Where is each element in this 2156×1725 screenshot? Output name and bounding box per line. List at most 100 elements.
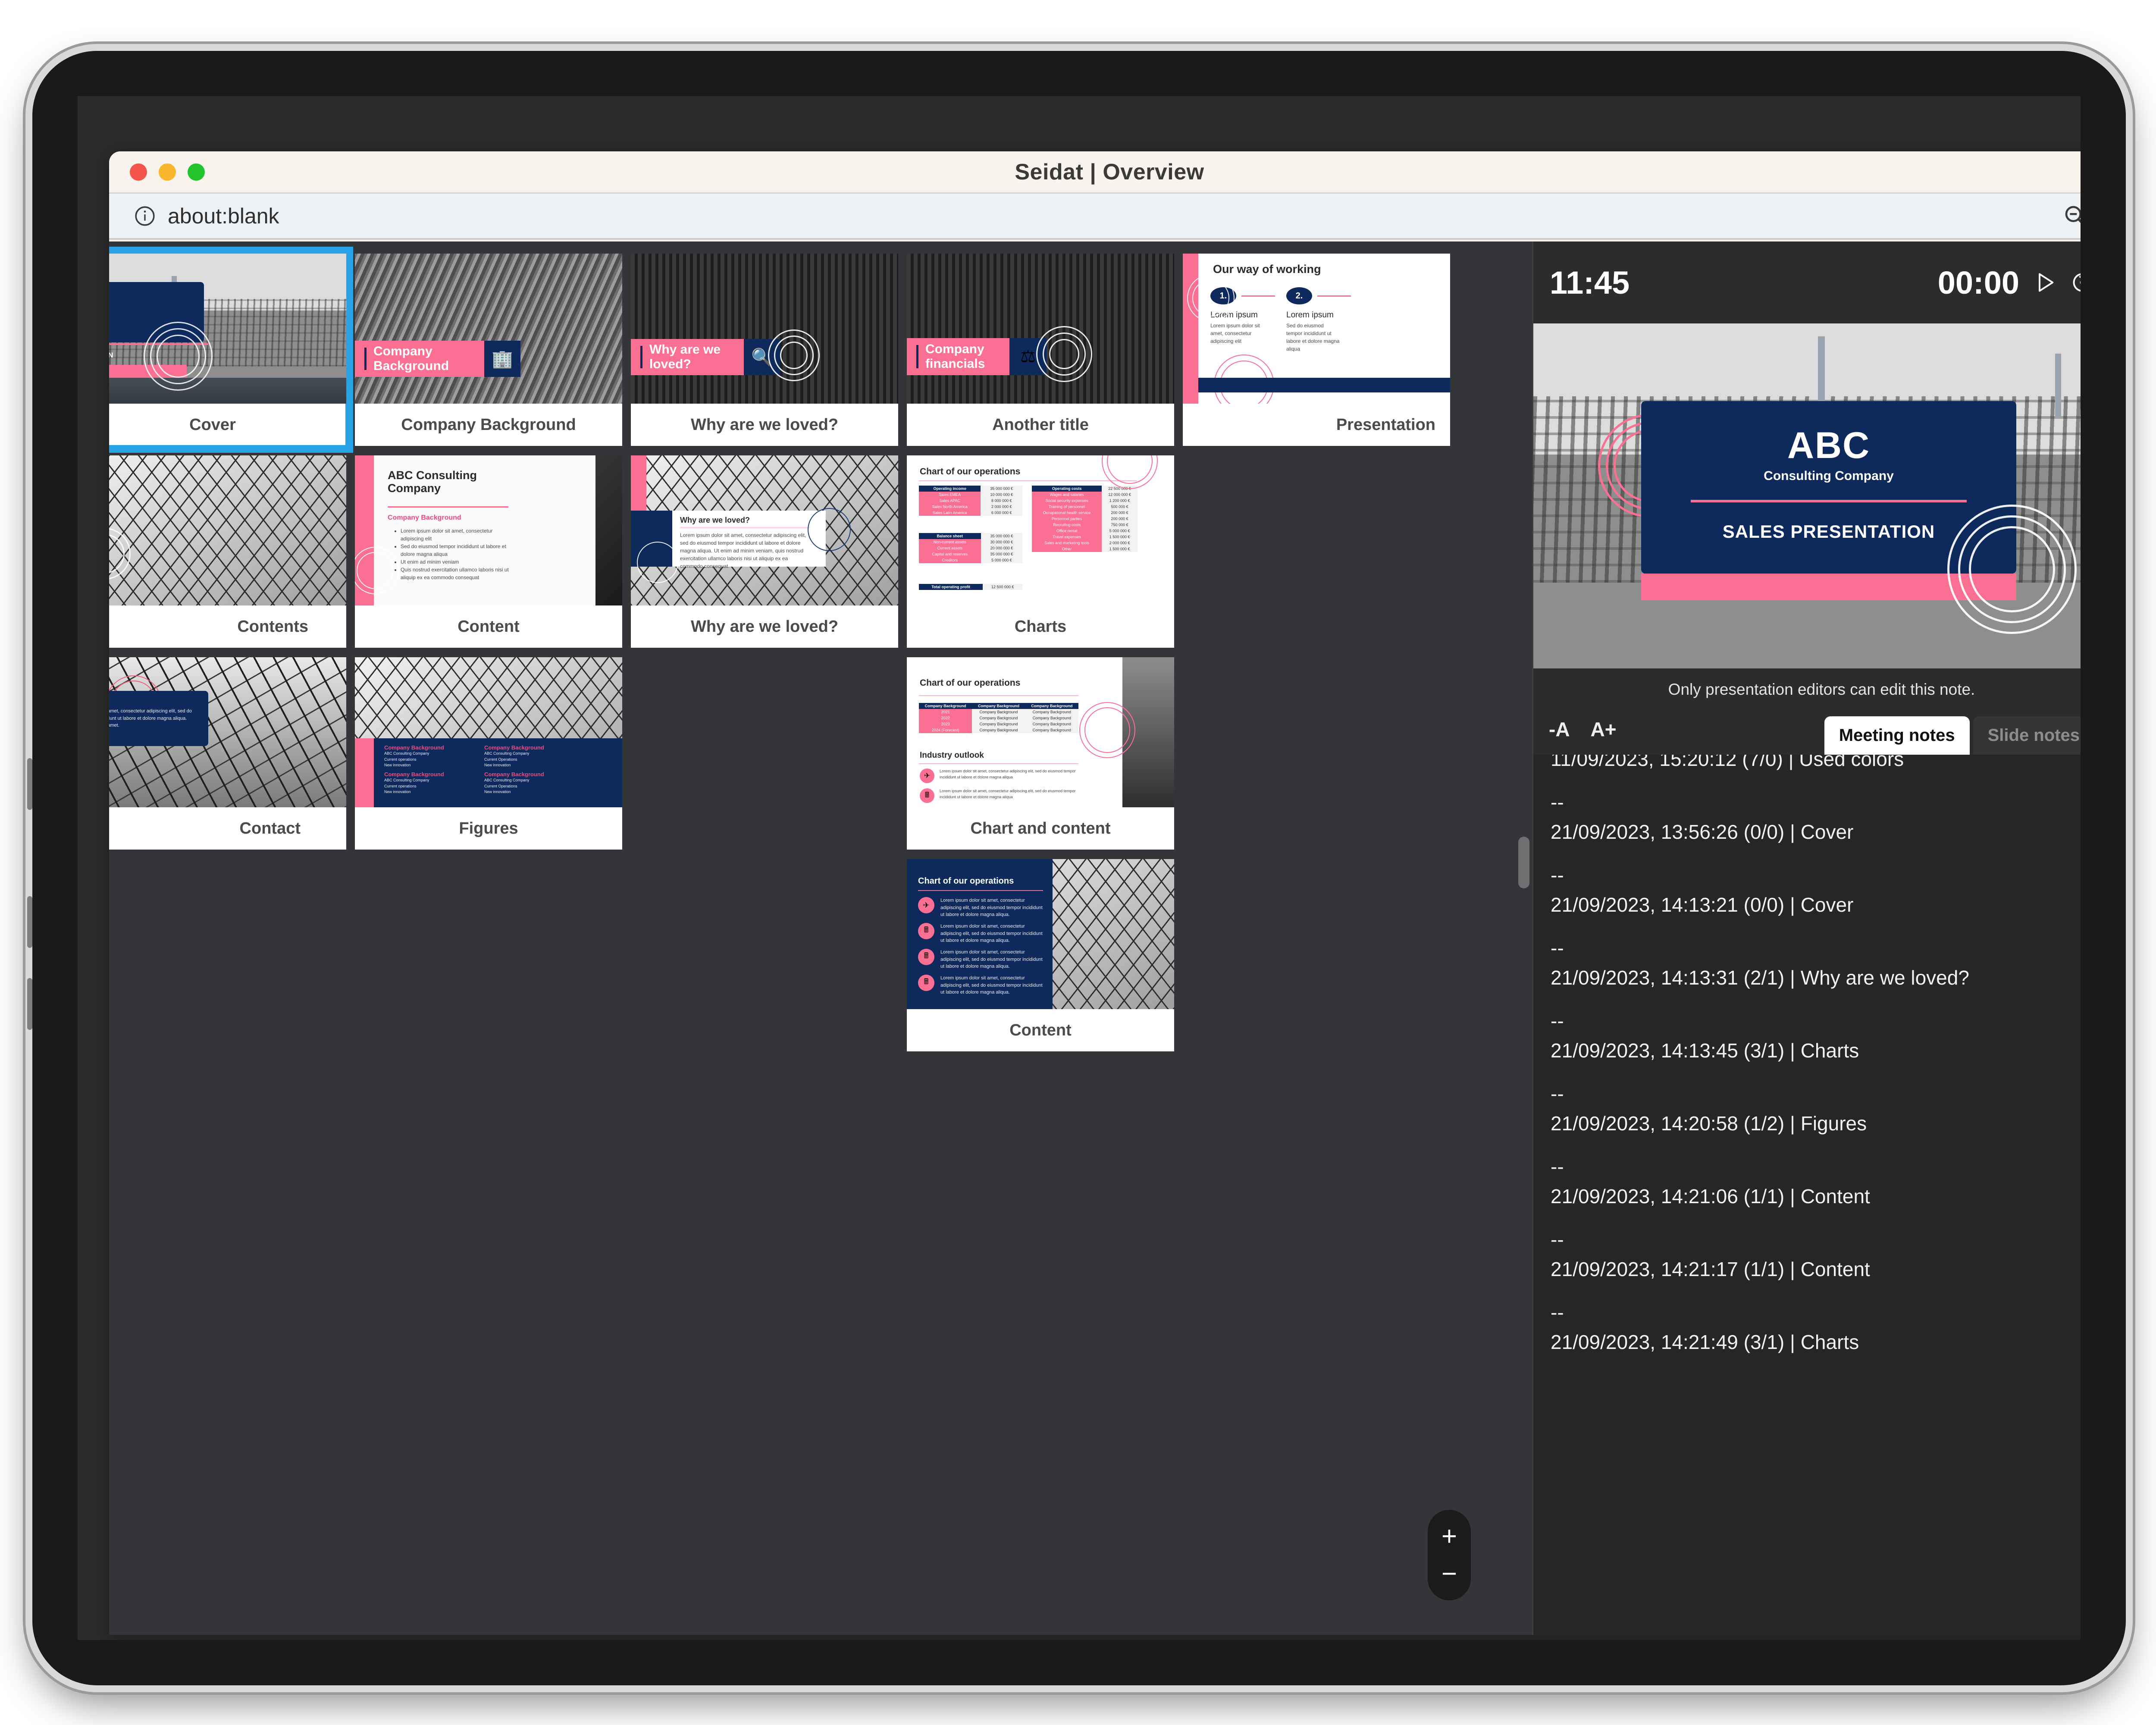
play-icon[interactable] xyxy=(2034,271,2056,294)
total-profit-table: Total operating profit 12 500 000 € xyxy=(919,584,1022,590)
slide-card-content-icons[interactable]: Chart of our operations ✈ Lorem ipsum do… xyxy=(907,859,1174,1051)
slide-thumbnail: Company financials ⚖ xyxy=(907,254,1174,404)
slide-grid-gap xyxy=(355,859,622,1051)
airplane-icon: ✈ xyxy=(920,768,934,783)
slide-grid-area[interactable]: BC Company SENTATION xyxy=(109,242,1532,1635)
increase-font-button[interactable]: A+ xyxy=(1591,718,1617,755)
operations-income-table: Operating income 35 000 000 € Sales EMEA 1… xyxy=(919,486,1022,516)
figure-group-title: Company Background xyxy=(384,744,444,751)
slide-card-why-loved-detail[interactable]: Why are we loved? Lorem ipsum dolor sit … xyxy=(631,455,898,648)
note-entry: -- 21/09/2023, 14:13:45 (3/1) | Charts xyxy=(1551,1009,2081,1063)
notes-toolbar: -A A+ Meeting notes Slide notes xyxy=(1533,703,2081,755)
slide-body: Lorem ipsum dolor sit amet, consectetur … xyxy=(109,709,192,728)
slide-caption: Company Background xyxy=(355,404,622,446)
slide-thumbnail: Chart of our operations ✈ Lorem ipsum do… xyxy=(907,859,1174,1009)
bullet-item: Ut enim ad minim veniam xyxy=(401,558,513,566)
slide-thumbnail: Lorem ipsum dolor sit amet, consectetur … xyxy=(109,657,346,807)
slide-card-presentation[interactable]: Our way of working 1. 2. Lorem ipsum Lor… xyxy=(1183,254,1450,446)
reset-timer-icon[interactable] xyxy=(2071,271,2081,294)
grid-scrollbar[interactable] xyxy=(1518,837,1529,888)
zoom-out-icon[interactable] xyxy=(2063,204,2081,228)
note-text: 21/09/2023, 14:13:21 (0/0) | Cover xyxy=(1551,894,1854,916)
chart-content-table: Company Background Company Background Co… xyxy=(919,703,1078,733)
note-dash: -- xyxy=(1551,790,1564,813)
slide-card-cover[interactable]: BC Company SENTATION xyxy=(109,247,353,453)
slide-card-content-abc[interactable]: ABC Consulting Company Company Backgroun… xyxy=(355,455,622,648)
figure-item: ABC Consulting Company xyxy=(484,778,530,782)
note-dash: -- xyxy=(1551,1228,1564,1251)
slide-card-another-title[interactable]: Company financials ⚖ Another title xyxy=(907,254,1174,446)
figure-item: New innovation xyxy=(384,763,411,767)
table-row: 2024 (Forecast) Company Background Compa… xyxy=(919,727,1078,733)
slide-thumbnail: Chart of our operations Operating income… xyxy=(907,455,1174,605)
note-entry: -- 21/09/2023, 14:13:31 (2/1) | Why are … xyxy=(1551,936,2081,991)
airplane-icon: ✈ xyxy=(918,897,934,913)
current-slide-preview[interactable]: ABC Consulting Company SALES PRESENTATIO… xyxy=(1533,323,2081,668)
bullet-item: Sed do eiusmod tempor incididunt ut labo… xyxy=(401,543,513,558)
figure-item: Current Operations xyxy=(484,757,517,762)
note-dash: -- xyxy=(1551,936,1564,959)
decrease-font-button[interactable]: -A xyxy=(1549,718,1570,755)
note-entry: -- 21/09/2023, 14:13:21 (0/0) | Cover xyxy=(1551,863,2081,918)
slide-card-company-background[interactable]: Company Background 🏢 Company Background xyxy=(355,254,622,446)
zoom-out-button[interactable]: − xyxy=(1442,1560,1457,1587)
slide-card-chart-and-content[interactable]: Chart of our operations Company Backgrou… xyxy=(907,657,1174,850)
slide-card-figures[interactable]: Company Background ABC Consulting Compan… xyxy=(355,657,622,850)
note-entry: -- 21/09/2023, 14:21:49 (3/1) | Charts xyxy=(1551,1300,2081,1355)
slide-tag-text: Company financials xyxy=(925,342,985,371)
step-title: Lorem ipsum xyxy=(1286,310,1334,320)
wall-clock: 11:45 xyxy=(1550,264,1630,301)
slide-grid-gap xyxy=(1183,657,1450,850)
timer-controls[interactable]: 00:00 xyxy=(1938,264,2081,301)
slide-thumbnail: Why are we loved? Lorem ipsum dolor sit … xyxy=(631,455,898,605)
preview-company: ABC xyxy=(1787,425,1871,466)
table-header: Company Background xyxy=(919,703,972,709)
slide-card-charts[interactable]: Chart of our operations Operating income… xyxy=(907,455,1174,648)
table-row: 2023 Company Background Company Backgrou… xyxy=(919,721,1078,727)
slide-card-contents[interactable]: Contents xyxy=(109,455,346,648)
slide-subheading: Industry outlook xyxy=(920,751,984,760)
zoom-controls[interactable]: + − xyxy=(1428,1510,1471,1600)
bezel-button-bottom xyxy=(27,978,32,1030)
slide-heading: Chart of our operations xyxy=(920,678,1021,688)
calculator-icon: 🖩 xyxy=(918,975,934,991)
slide-heading: ABC Consulting Company xyxy=(388,469,477,495)
note-dash: -- xyxy=(1551,1301,1564,1324)
slide-card-contact[interactable]: Lorem ipsum dolor sit amet, consectetur … xyxy=(109,657,346,850)
slide-thumbnail xyxy=(109,455,346,605)
calculator-icon: 🖩 xyxy=(918,923,934,939)
presenter-toolbar: 11:45 00:00 xyxy=(1533,242,2081,323)
note-entry: 11/09/2023, 15:20:12 (7/0) | Used colors xyxy=(1551,755,2081,772)
note-text: 21/09/2023, 14:21:17 (1/1) | Content xyxy=(1551,1258,1870,1280)
info-icon xyxy=(135,206,155,226)
notes-tabs: Meeting notes Slide notes xyxy=(1824,716,2081,755)
bullet-item: Quis nostrud exercitation ullamco labori… xyxy=(401,566,513,581)
tab-slide-notes[interactable]: Slide notes xyxy=(1973,716,2081,755)
figure-group-title: Company Background xyxy=(384,771,444,778)
presentation-timer: 00:00 xyxy=(1937,264,2019,301)
tab-meeting-notes[interactable]: Meeting notes xyxy=(1824,716,1970,755)
preview-subtitle: Consulting Company xyxy=(1764,469,1894,483)
slide-card-why-are-we-loved[interactable]: Why are we loved? 🔍 Why are we loved? xyxy=(631,254,898,446)
figure-item: New innovation xyxy=(484,763,511,767)
note-text: 11/09/2023, 15:20:12 (7/0) | Used colors xyxy=(1551,755,1904,770)
presenter-panel: 11:45 00:00 ABC Consulting Company SALES… xyxy=(1532,242,2081,1635)
zoom-in-button[interactable]: + xyxy=(1442,1523,1457,1550)
note-dash: -- xyxy=(1551,863,1564,886)
decorative-rings xyxy=(1969,526,2055,612)
note-text: 21/09/2023, 13:56:26 (0/0) | Cover xyxy=(1551,821,1854,843)
meeting-notes-list[interactable]: 11/09/2023, 15:20:12 (7/0) | Used colors… xyxy=(1533,755,2081,1635)
slide-thumbnail: ABC Consulting Company Company Backgroun… xyxy=(355,455,622,605)
note-text: 21/09/2023, 14:13:45 (3/1) | Charts xyxy=(1551,1039,1859,1062)
figure-item: New innovation xyxy=(484,790,511,794)
slide-grid-gap xyxy=(631,859,898,1051)
url-text[interactable]: about:blank xyxy=(168,204,279,229)
content-item: Lorem ipsum dolor sit amet, consectetur … xyxy=(940,898,1043,917)
browser-window: Seidat | Overview about:blank N Cover Co… xyxy=(109,151,2081,1635)
window-title: Seidat | Overview xyxy=(1015,159,1204,185)
browser-url-bar[interactable]: about:blank xyxy=(109,192,2081,240)
tablet-device-frame: Seidat | Overview about:blank N Cover Co… xyxy=(27,51,2126,1685)
slide-tag-text: Why are we loved? xyxy=(649,342,721,371)
figure-item: Current operations xyxy=(384,784,417,788)
slide-body: Lorem ipsum dolor sit amet, consectetur … xyxy=(680,532,806,569)
